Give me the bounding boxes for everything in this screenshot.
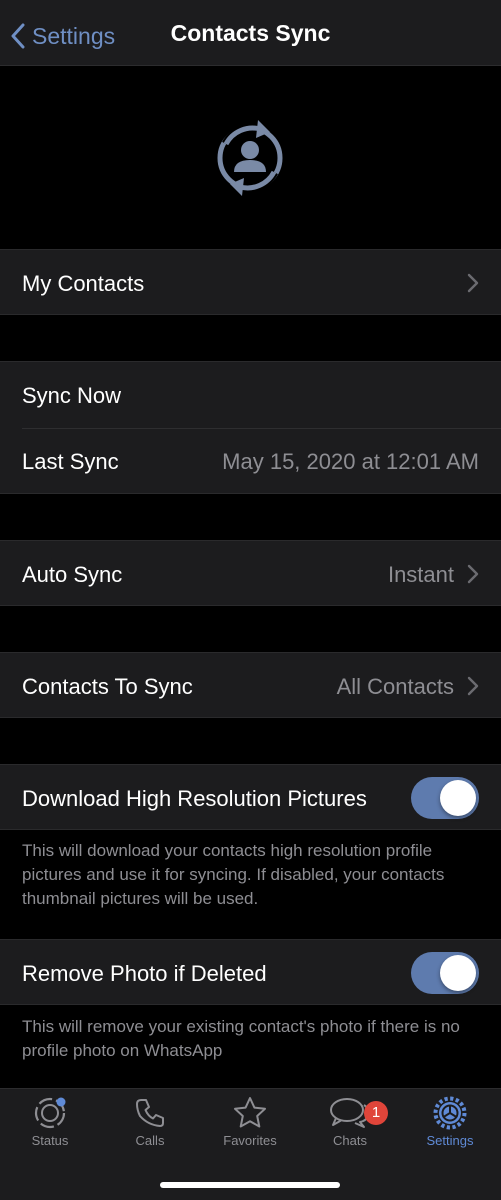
download-hi-res-row: Download High Resolution Pictures xyxy=(0,764,501,830)
my-contacts-row[interactable]: My Contacts xyxy=(0,249,501,315)
remove-photo-label: Remove Photo if Deleted xyxy=(22,961,267,986)
last-sync-row: Last Sync May 15, 2020 at 12:01 AM xyxy=(0,429,501,495)
toggle-knob xyxy=(440,780,476,816)
tab-favorites[interactable]: Favorites xyxy=(200,1095,300,1157)
tab-status[interactable]: Status xyxy=(0,1095,100,1157)
tab-settings[interactable]: Settings xyxy=(400,1095,500,1157)
navigation-bar: Settings Contacts Sync xyxy=(0,0,501,66)
auto-sync-row[interactable]: Auto Sync Instant xyxy=(0,540,501,606)
tab-label: Status xyxy=(31,1133,69,1148)
download-hi-res-footnote: This will download your contacts high re… xyxy=(22,841,445,908)
my-contacts-label: My Contacts xyxy=(22,271,145,296)
status-icon xyxy=(34,1097,66,1129)
tab-calls[interactable]: Calls xyxy=(100,1095,200,1157)
remove-photo-footnote: This will remove your existing contact's… xyxy=(22,1017,460,1060)
auto-sync-label: Auto Sync xyxy=(22,562,123,587)
contacts-to-sync-value: All Contacts xyxy=(336,674,454,699)
tab-label: Chats xyxy=(333,1133,367,1148)
phone-icon xyxy=(136,1099,164,1127)
contacts-sync-icon xyxy=(217,120,283,196)
home-indicator xyxy=(160,1182,340,1188)
sync-now-row[interactable]: Sync Now xyxy=(0,362,501,428)
remove-photo-toggle[interactable] xyxy=(411,952,479,994)
sync-group: Sync Now Last Sync May 15, 2020 at 12:01… xyxy=(0,361,501,494)
tab-label: Calls xyxy=(135,1133,165,1148)
chevron-right-icon xyxy=(467,676,479,696)
tab-label: Settings xyxy=(426,1133,474,1148)
chevron-right-icon xyxy=(467,273,479,293)
auto-sync-value: Instant xyxy=(387,562,454,587)
contacts-to-sync-label: Contacts To Sync xyxy=(22,674,193,699)
page-title: Contacts Sync xyxy=(170,20,331,46)
download-hi-res-toggle[interactable] xyxy=(411,777,479,819)
last-sync-label: Last Sync xyxy=(22,449,119,474)
tab-label: Favorites xyxy=(223,1133,277,1148)
gear-icon xyxy=(433,1096,467,1130)
tab-chats[interactable]: Chats 1 xyxy=(300,1095,400,1157)
sync-now-label: Sync Now xyxy=(22,383,122,408)
star-icon xyxy=(234,1097,266,1128)
last-sync-value: May 15, 2020 at 12:01 AM xyxy=(222,449,479,474)
unread-badge: 1 xyxy=(364,1101,388,1125)
toggle-knob xyxy=(440,955,476,991)
contacts-to-sync-row[interactable]: Contacts To Sync All Contacts xyxy=(0,652,501,718)
remove-photo-row: Remove Photo if Deleted xyxy=(0,939,501,1005)
download-hi-res-label: Download High Resolution Pictures xyxy=(22,786,367,811)
chevron-right-icon xyxy=(467,564,479,584)
